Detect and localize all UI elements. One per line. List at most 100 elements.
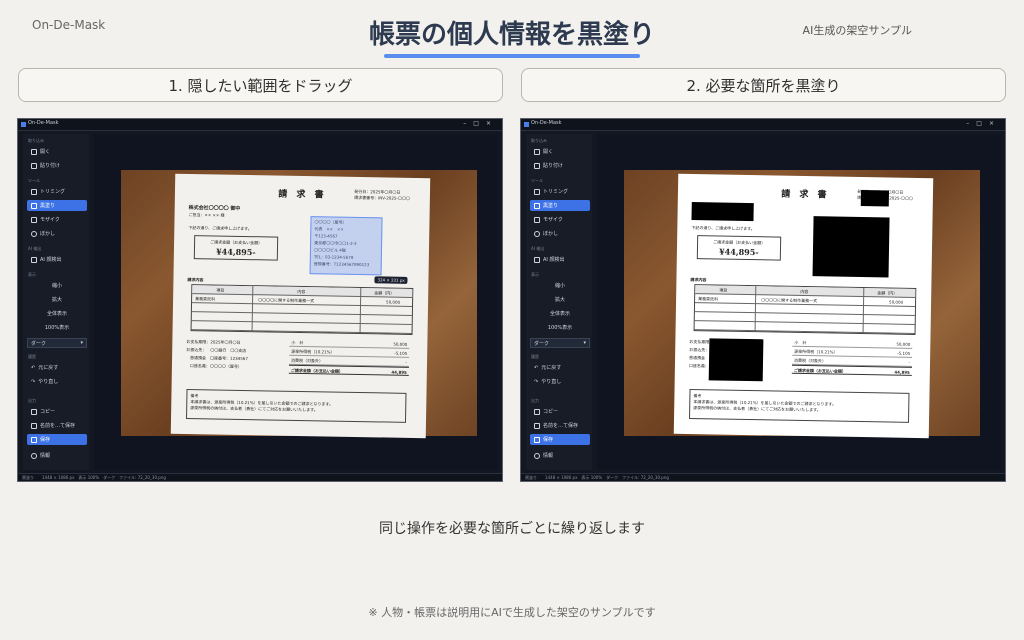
chevron-down-icon: ▾ [80,340,83,346]
invoice-table: 項目 内容 金額（円） 業務委託料 〇〇〇〇に関する制作業務一式 50,000 [693,284,917,335]
window-title: On-De-Mask [28,120,59,126]
copy-button[interactable]: コピー [530,406,590,417]
client-company: 株式会社〇〇〇〇 御中 [188,205,241,212]
undo-icon: ↶ [534,364,539,371]
document-photo: 請 求 書 発行日：2025年〇月〇日 請求書番号：INV-2025-〇〇〇 下… [624,170,980,439]
amount-value: ¥44,895- [216,246,256,258]
theme-select[interactable]: ダーク ▾ [27,338,87,348]
ai-detect-button[interactable]: AI 顔検出 [27,254,87,265]
payment-info: お支払期限：2025年〇月〇日 お振込先： 〇〇銀行 〇〇支店 普通預金 口座番号… [185,339,248,369]
save-as-button[interactable]: 名前を…て保存 [27,420,87,431]
notes-box: 備考 本請求書は、源泉所得税（10.21%）を差し引いた金額でのご請求となります。… [689,389,910,423]
actual-size-button[interactable]: 100%表示 [27,322,87,333]
folder-icon [31,148,37,155]
mosaic-button[interactable]: モザイク [27,214,87,225]
undo-icon: ↶ [31,364,36,371]
blur-button[interactable]: ぼかし [27,228,87,239]
section-load: 取り込み [531,138,547,143]
blackout-button[interactable]: 黒塗り [530,200,590,211]
totals: 小 計 50,000 源泉所得税（10.21%） -5,105 消費税（対象外） - … [288,337,410,376]
redo-icon: ↷ [534,378,539,385]
amount-box: ご請求金額（お支払い金額） ¥44,895- [193,235,279,261]
image-canvas[interactable]: 請 求 書 発行日：2025年〇月〇日 請求書番号：INV-2025-〇〇〇 株… [94,134,498,470]
face-scan-icon [31,256,37,263]
section-tools: ツール [531,178,543,183]
section-title: 請求内容 [187,277,204,283]
drop-icon [31,230,37,237]
redo-button[interactable]: ↷ やり直し [27,376,87,387]
drop-icon [534,230,540,237]
status-bar: 黒塗り 1448 × 1086 px 表示 100% ダーク ファイル: 72_… [521,473,1005,481]
copy-button[interactable]: コピー [27,406,87,417]
save-button[interactable]: 保存 [530,434,590,445]
copy-icon [534,408,540,415]
status-bar: 黒塗り 1448 × 1086 px 表示 100% ダーク ファイル: 72_… [18,473,502,481]
trim-button[interactable]: トリミング [27,186,87,197]
chevron-down-icon: ▾ [583,340,586,346]
invoice-intro: 下記の通り、ご請求申し上げます。 [188,225,252,232]
undo-button[interactable]: ↶ 元に戻す [27,362,87,373]
mosaic-button[interactable]: モザイク [530,214,590,225]
save-icon [534,422,540,429]
window-controls[interactable]: –□× [966,120,1001,127]
section-output: 出力 [28,398,36,403]
paste-button[interactable]: 貼り付け [27,160,87,171]
sidebar: 取り込み 開く 貼り付け ツール トリミング 黒塗り モザイク ぼかし AI 検… [526,134,592,470]
theme-select[interactable]: ダーク ▾ [530,338,590,348]
paste-button[interactable]: 貼り付け [530,160,590,171]
client-person: ご担当：×× ×× 様 [188,212,225,218]
square-icon [31,202,37,209]
fit-button[interactable]: 全体表示 [27,308,87,319]
notes-box: 備考 本請求書は、源泉所得税（10.21%）を差し引いた金額でのご請求となります。… [186,389,407,423]
fit-button[interactable]: 全体表示 [530,308,590,319]
title-underline [384,54,640,58]
actual-size-button[interactable]: 100%表示 [530,322,590,333]
blackout-button[interactable]: 黒塗り [27,200,87,211]
image-canvas[interactable]: 請 求 書 発行日：2025年〇月〇日 請求書番号：INV-2025-〇〇〇 下… [597,134,1001,470]
info-button[interactable]: 情報 [27,450,87,461]
trim-button[interactable]: トリミング [530,186,590,197]
selection-rectangle[interactable] [309,216,383,276]
folder-icon [534,148,540,155]
section-ai: AI 検出 [28,246,42,251]
zoom-out-button[interactable]: 縮小 [27,280,87,291]
undo-button[interactable]: ↶ 元に戻す [530,362,590,373]
face-scan-icon [534,256,540,263]
section-view: 表示 [531,272,539,277]
sample-note: AI生成の架空サンプル [802,24,912,37]
save-as-button[interactable]: 名前を…て保存 [530,420,590,431]
window-titlebar: On-De-Mask –□× [521,119,1005,131]
zoom-out-button[interactable]: 縮小 [530,280,590,291]
app-screenshot-step1: On-De-Mask –□× 取り込み 開く 貼り付け ツール トリミング 黒塗… [17,118,503,482]
window-controls[interactable]: –□× [463,120,498,127]
zoom-in-button[interactable]: 拡大 [530,294,590,305]
section-ai: AI 検出 [531,246,545,251]
section-history: 履歴 [28,354,36,359]
footnote: ※ 人物・帳票は説明用にAIで生成した架空のサンプルです [368,606,656,619]
clipboard-icon [534,162,540,169]
grid-icon [534,216,540,223]
save-button[interactable]: 保存 [27,434,87,445]
open-button[interactable]: 開く [530,146,590,157]
section-tools: ツール [28,178,40,183]
save-icon [534,436,540,443]
amount-box: ご請求金額（お支払い金額） ¥44,895- [696,235,782,261]
info-icon [31,452,37,459]
app-icon [524,122,529,127]
sidebar: 取り込み 開く 貼り付け ツール トリミング 黒塗り モザイク ぼかし AI 検… [23,134,89,470]
window-title: On-De-Mask [531,120,562,126]
selection-size-label: 324 × 231 px [374,276,408,284]
invoice-number: 請求書番号：INV-2025-〇〇〇 [354,194,410,201]
crop-icon [534,188,540,195]
payment-info-partial: お支払期限： お振込先： 普通預金 口座名義： [688,339,714,369]
info-button[interactable]: 情報 [530,450,590,461]
app-screenshot-step2: On-De-Mask –□× 取り込み 開く 貼り付け ツール トリミング 黒塗… [520,118,1006,482]
app-icon [21,122,26,127]
ai-detect-button[interactable]: AI 顔検出 [530,254,590,265]
section-view: 表示 [28,272,36,277]
zoom-in-button[interactable]: 拡大 [27,294,87,305]
redo-button[interactable]: ↷ やり直し [530,376,590,387]
blur-button[interactable]: ぼかし [530,228,590,239]
open-button[interactable]: 開く [27,146,87,157]
redaction-box [812,216,890,278]
